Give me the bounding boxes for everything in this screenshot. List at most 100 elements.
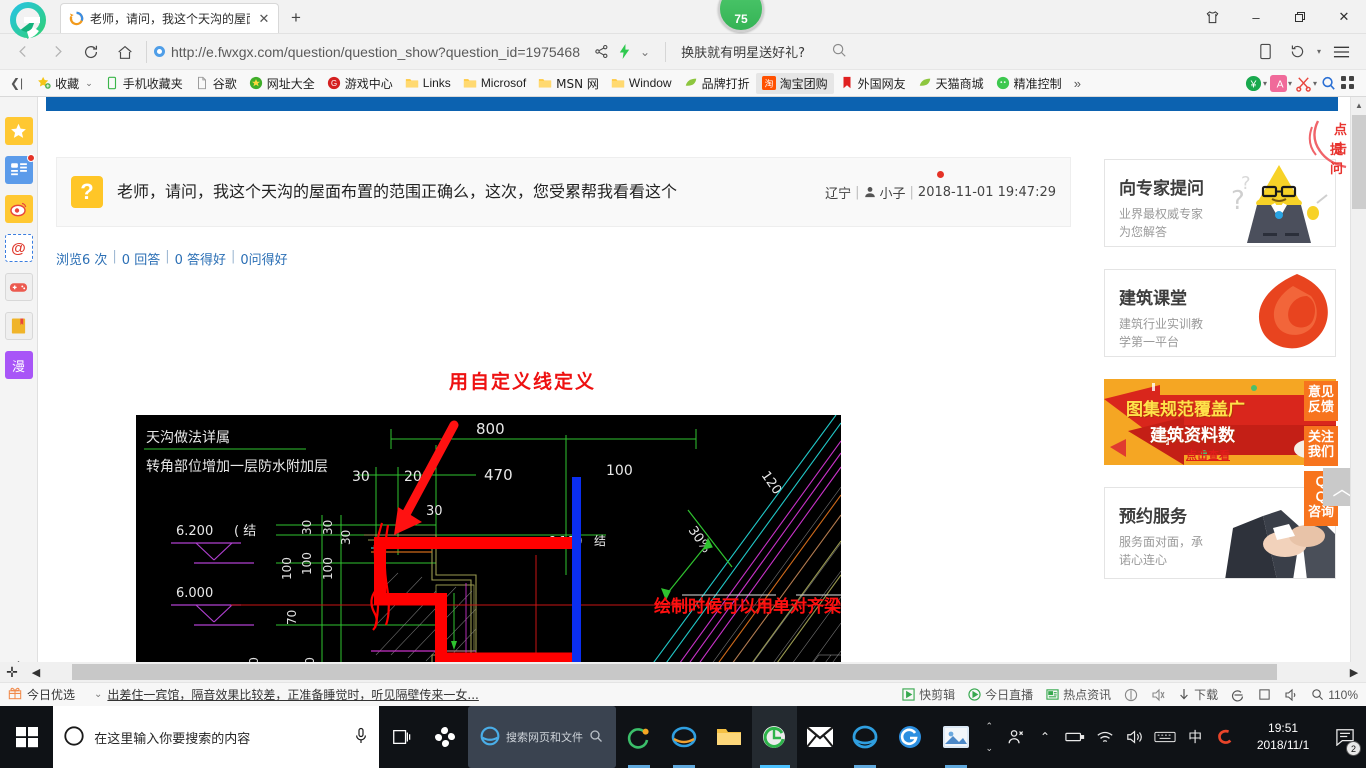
bookmark-item-links[interactable]: Links: [399, 73, 457, 94]
search-icon[interactable]: [589, 729, 603, 746]
chevron-down-icon[interactable]: ▾: [1263, 79, 1267, 88]
volume-icon[interactable]: [1120, 706, 1150, 768]
zoom-level-tool[interactable]: 110%: [1311, 688, 1358, 702]
action-center-icon[interactable]: 2: [1326, 706, 1364, 768]
banner-cta[interactable]: 点击查看: [1186, 447, 1230, 463]
bookmark-item-tmall[interactable]: 天猫商城: [912, 73, 990, 94]
chevron-down-icon[interactable]: ▾: [1313, 79, 1317, 88]
sidebar-item-mail[interactable]: @: [4, 234, 33, 262]
mobile-view-icon[interactable]: [1250, 37, 1280, 67]
dock-add-icon[interactable]: ✛: [0, 662, 24, 682]
sogou-icon[interactable]: [1210, 706, 1240, 768]
windows-start-icon[interactable]: [0, 706, 53, 768]
bookmark-item-google[interactable]: 谷歌: [189, 73, 243, 94]
lightning-icon[interactable]: [618, 44, 631, 59]
browser-g-icon[interactable]: [888, 706, 933, 768]
ime-chinese-icon[interactable]: 中: [1180, 706, 1210, 768]
e-browser-tool[interactable]: [1231, 688, 1245, 702]
page-horizontal-scrollbar[interactable]: ✛ ◀ ▶: [0, 662, 1366, 682]
promo-banner[interactable]: 图集规范覆盖广 建筑资料数 点击查看: [1104, 379, 1336, 465]
magnifier-icon[interactable]: [1320, 75, 1337, 92]
hamburger-menu-icon[interactable]: [1326, 37, 1356, 67]
appointment-service-card[interactable]: 预约服务 服务面对面，承 诺心连心: [1104, 487, 1336, 579]
bookmark-item-favorites[interactable]: 收藏 ⌄: [31, 73, 99, 94]
bookmark-item-microsoft[interactable]: Microsof: [457, 73, 532, 94]
share-icon[interactable]: [594, 44, 609, 59]
edge-icon[interactable]: [842, 706, 887, 768]
reload-button[interactable]: [74, 37, 108, 67]
sidebar-item-comics[interactable]: 漫: [4, 351, 33, 379]
grid-apps-icon[interactable]: [1340, 75, 1356, 91]
ask-expert-card[interactable]: 向专家提问 业界最权威专家 为您解答 ? ?: [1104, 159, 1336, 247]
360-green-icon[interactable]: [751, 706, 797, 768]
sidebar-item-news[interactable]: [4, 154, 35, 184]
bookmark-item-foreign-friends[interactable]: 外国网友: [834, 73, 912, 94]
360-browser-icon[interactable]: [616, 706, 661, 768]
live-today-tool[interactable]: 今日直播: [968, 686, 1033, 703]
translate-icon[interactable]: A ▾: [1269, 74, 1292, 92]
feedback-tab[interactable]: 意见 反馈: [1304, 381, 1338, 421]
mail-icon[interactable]: [797, 706, 842, 768]
chevron-down-icon[interactable]: ⌄: [85, 78, 93, 89]
scroll-up-arrow-icon[interactable]: ▲: [1351, 97, 1366, 114]
history-icon[interactable]: [1282, 37, 1312, 67]
ie-search-taskbar-box[interactable]: 搜索网页和文件: [467, 706, 616, 768]
bookmark-item-msn[interactable]: MSN 网: [532, 73, 605, 94]
news-section-title[interactable]: 今日优选: [27, 686, 75, 703]
site-info-icon[interactable]: [154, 46, 165, 57]
keyboard-icon[interactable]: [1150, 706, 1180, 768]
taskbar-clock[interactable]: 19:51 2018/11/1: [1240, 720, 1326, 755]
page-vertical-scrollbar[interactable]: ▲ ▼: [1350, 97, 1366, 682]
bookmark-item-brand-discount[interactable]: 品牌打折: [678, 73, 756, 94]
score-badge[interactable]: 75: [718, 0, 764, 32]
chevron-down-icon[interactable]: ⌄: [94, 689, 102, 700]
bookmark-item-gamecenter[interactable]: G 游戏中心: [321, 73, 399, 94]
search-icon[interactable]: [831, 42, 847, 61]
wifi-icon[interactable]: [1090, 706, 1120, 768]
taskbar-scroll-arrows[interactable]: ⌃ ⌄: [978, 706, 1000, 768]
bookmarks-collapse-button[interactable]: ❮|: [6, 76, 31, 90]
skin-shirt-icon[interactable]: [1190, 1, 1234, 33]
download-tool[interactable]: 下载: [1178, 686, 1218, 703]
home-button[interactable]: [108, 37, 142, 67]
promo-link[interactable]: 换肤就有明星送好礼?: [681, 42, 805, 61]
scroll-left-arrow-icon[interactable]: ◀: [24, 662, 48, 682]
history-caret-icon[interactable]: ▾: [1314, 37, 1324, 67]
volume-tool[interactable]: [1284, 688, 1298, 702]
question-author[interactable]: 小子: [880, 183, 906, 202]
quick-edit-tool[interactable]: 快剪辑: [902, 686, 955, 703]
vertical-scroll-thumb[interactable]: [1352, 115, 1366, 209]
horizontal-scroll-thumb[interactable]: [72, 664, 1277, 680]
mute-tool[interactable]: [1151, 688, 1165, 702]
chevron-up-icon[interactable]: ⌃: [985, 721, 993, 732]
new-tab-button[interactable]: +: [279, 3, 313, 33]
scroll-right-arrow-icon[interactable]: ▶: [1342, 662, 1366, 682]
yen-coupon-icon[interactable]: ¥ ▾: [1245, 75, 1267, 92]
internet-explorer-icon[interactable]: [661, 706, 706, 768]
scissors-icon[interactable]: ▾: [1295, 75, 1317, 92]
horizontal-scroll-track[interactable]: [48, 664, 1342, 680]
minimize-button[interactable]: –: [1234, 1, 1278, 33]
bookmark-item-taobao-groupbuy[interactable]: 淘 淘宝团购: [755, 72, 834, 94]
chevron-down-icon[interactable]: ⌄: [640, 45, 650, 59]
chevron-down-icon[interactable]: ▾: [1288, 79, 1292, 88]
sidebar-item-favorites[interactable]: [4, 117, 33, 145]
follow-us-tab[interactable]: 关注 我们: [1304, 425, 1338, 466]
sidebar-item-weibo[interactable]: [4, 195, 33, 223]
show-hidden-icons[interactable]: ⌃: [1030, 706, 1060, 768]
browser-tab[interactable]: 老师，请问，我这个天沟的屋面布… ✕: [60, 3, 279, 33]
maximize-button[interactable]: [1278, 1, 1322, 33]
building-course-card[interactable]: 建筑课堂 建筑行业实训教 学第一平台: [1104, 269, 1336, 357]
bookmark-item-hao[interactable]: 网址大全: [243, 73, 321, 94]
tab-close-icon[interactable]: ✕: [256, 11, 272, 27]
news-headline[interactable]: 出差住一宾馆，隔音效果比较差，正准备睡觉时，听见隔壁传来一女...: [107, 686, 478, 703]
taskbar-search-box[interactable]: 在这里输入你要搜索的内容: [53, 706, 379, 768]
microphone-icon[interactable]: [353, 727, 369, 748]
sidebar-item-bookmarks[interactable]: [4, 312, 33, 340]
window-tool[interactable]: [1258, 688, 1271, 701]
cortana-pinwheel-icon[interactable]: [422, 706, 467, 768]
battery-icon[interactable]: [1060, 706, 1090, 768]
address-bar[interactable]: http://e.fwxgx.com/question/question_sho…: [146, 37, 1244, 67]
sidebar-item-games[interactable]: [4, 273, 33, 301]
file-explorer-icon[interactable]: [706, 706, 751, 768]
